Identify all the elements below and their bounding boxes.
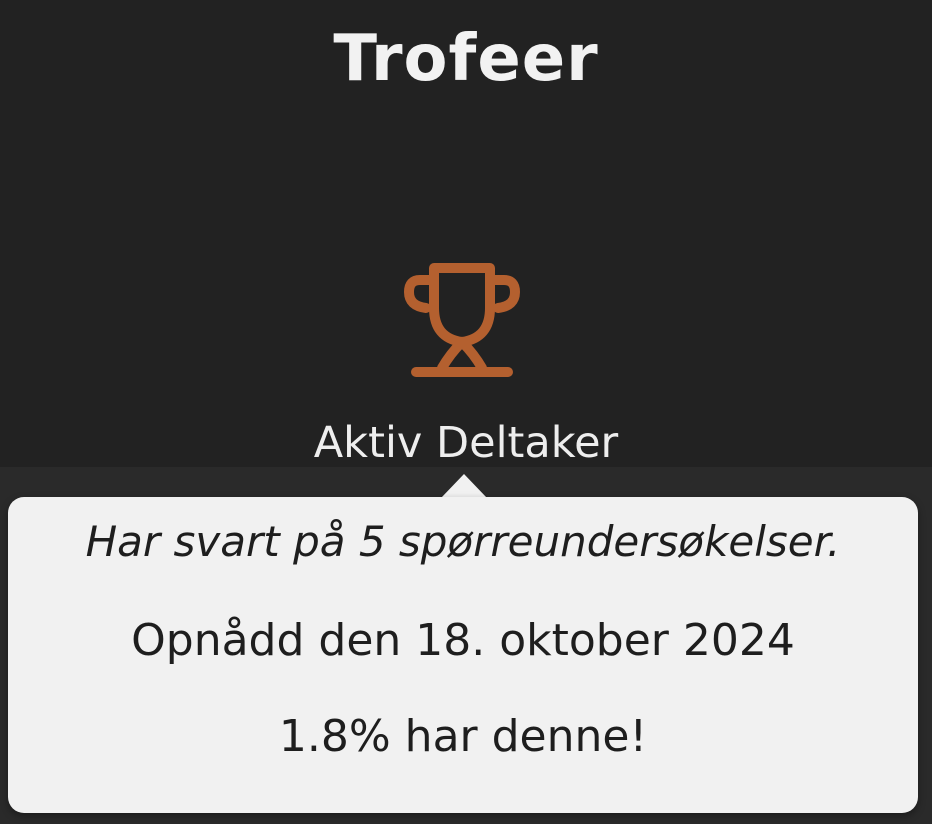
page-title: Trofeer: [333, 22, 599, 96]
tooltip-description: Har svart på 5 spørreundersøkelser.: [85, 517, 841, 566]
tooltip-arrow: [441, 474, 487, 498]
tooltip-achieved-date: Opnådd den 18. oktober 2024: [131, 615, 795, 666]
trophy-tooltip: Har svart på 5 spørreundersøkelser. Opnå…: [8, 497, 918, 813]
tooltip-percentage: 1.8% har denne!: [278, 711, 648, 762]
trophy-icon[interactable]: [400, 258, 524, 382]
trophy-name: Aktiv Deltaker: [313, 418, 619, 468]
